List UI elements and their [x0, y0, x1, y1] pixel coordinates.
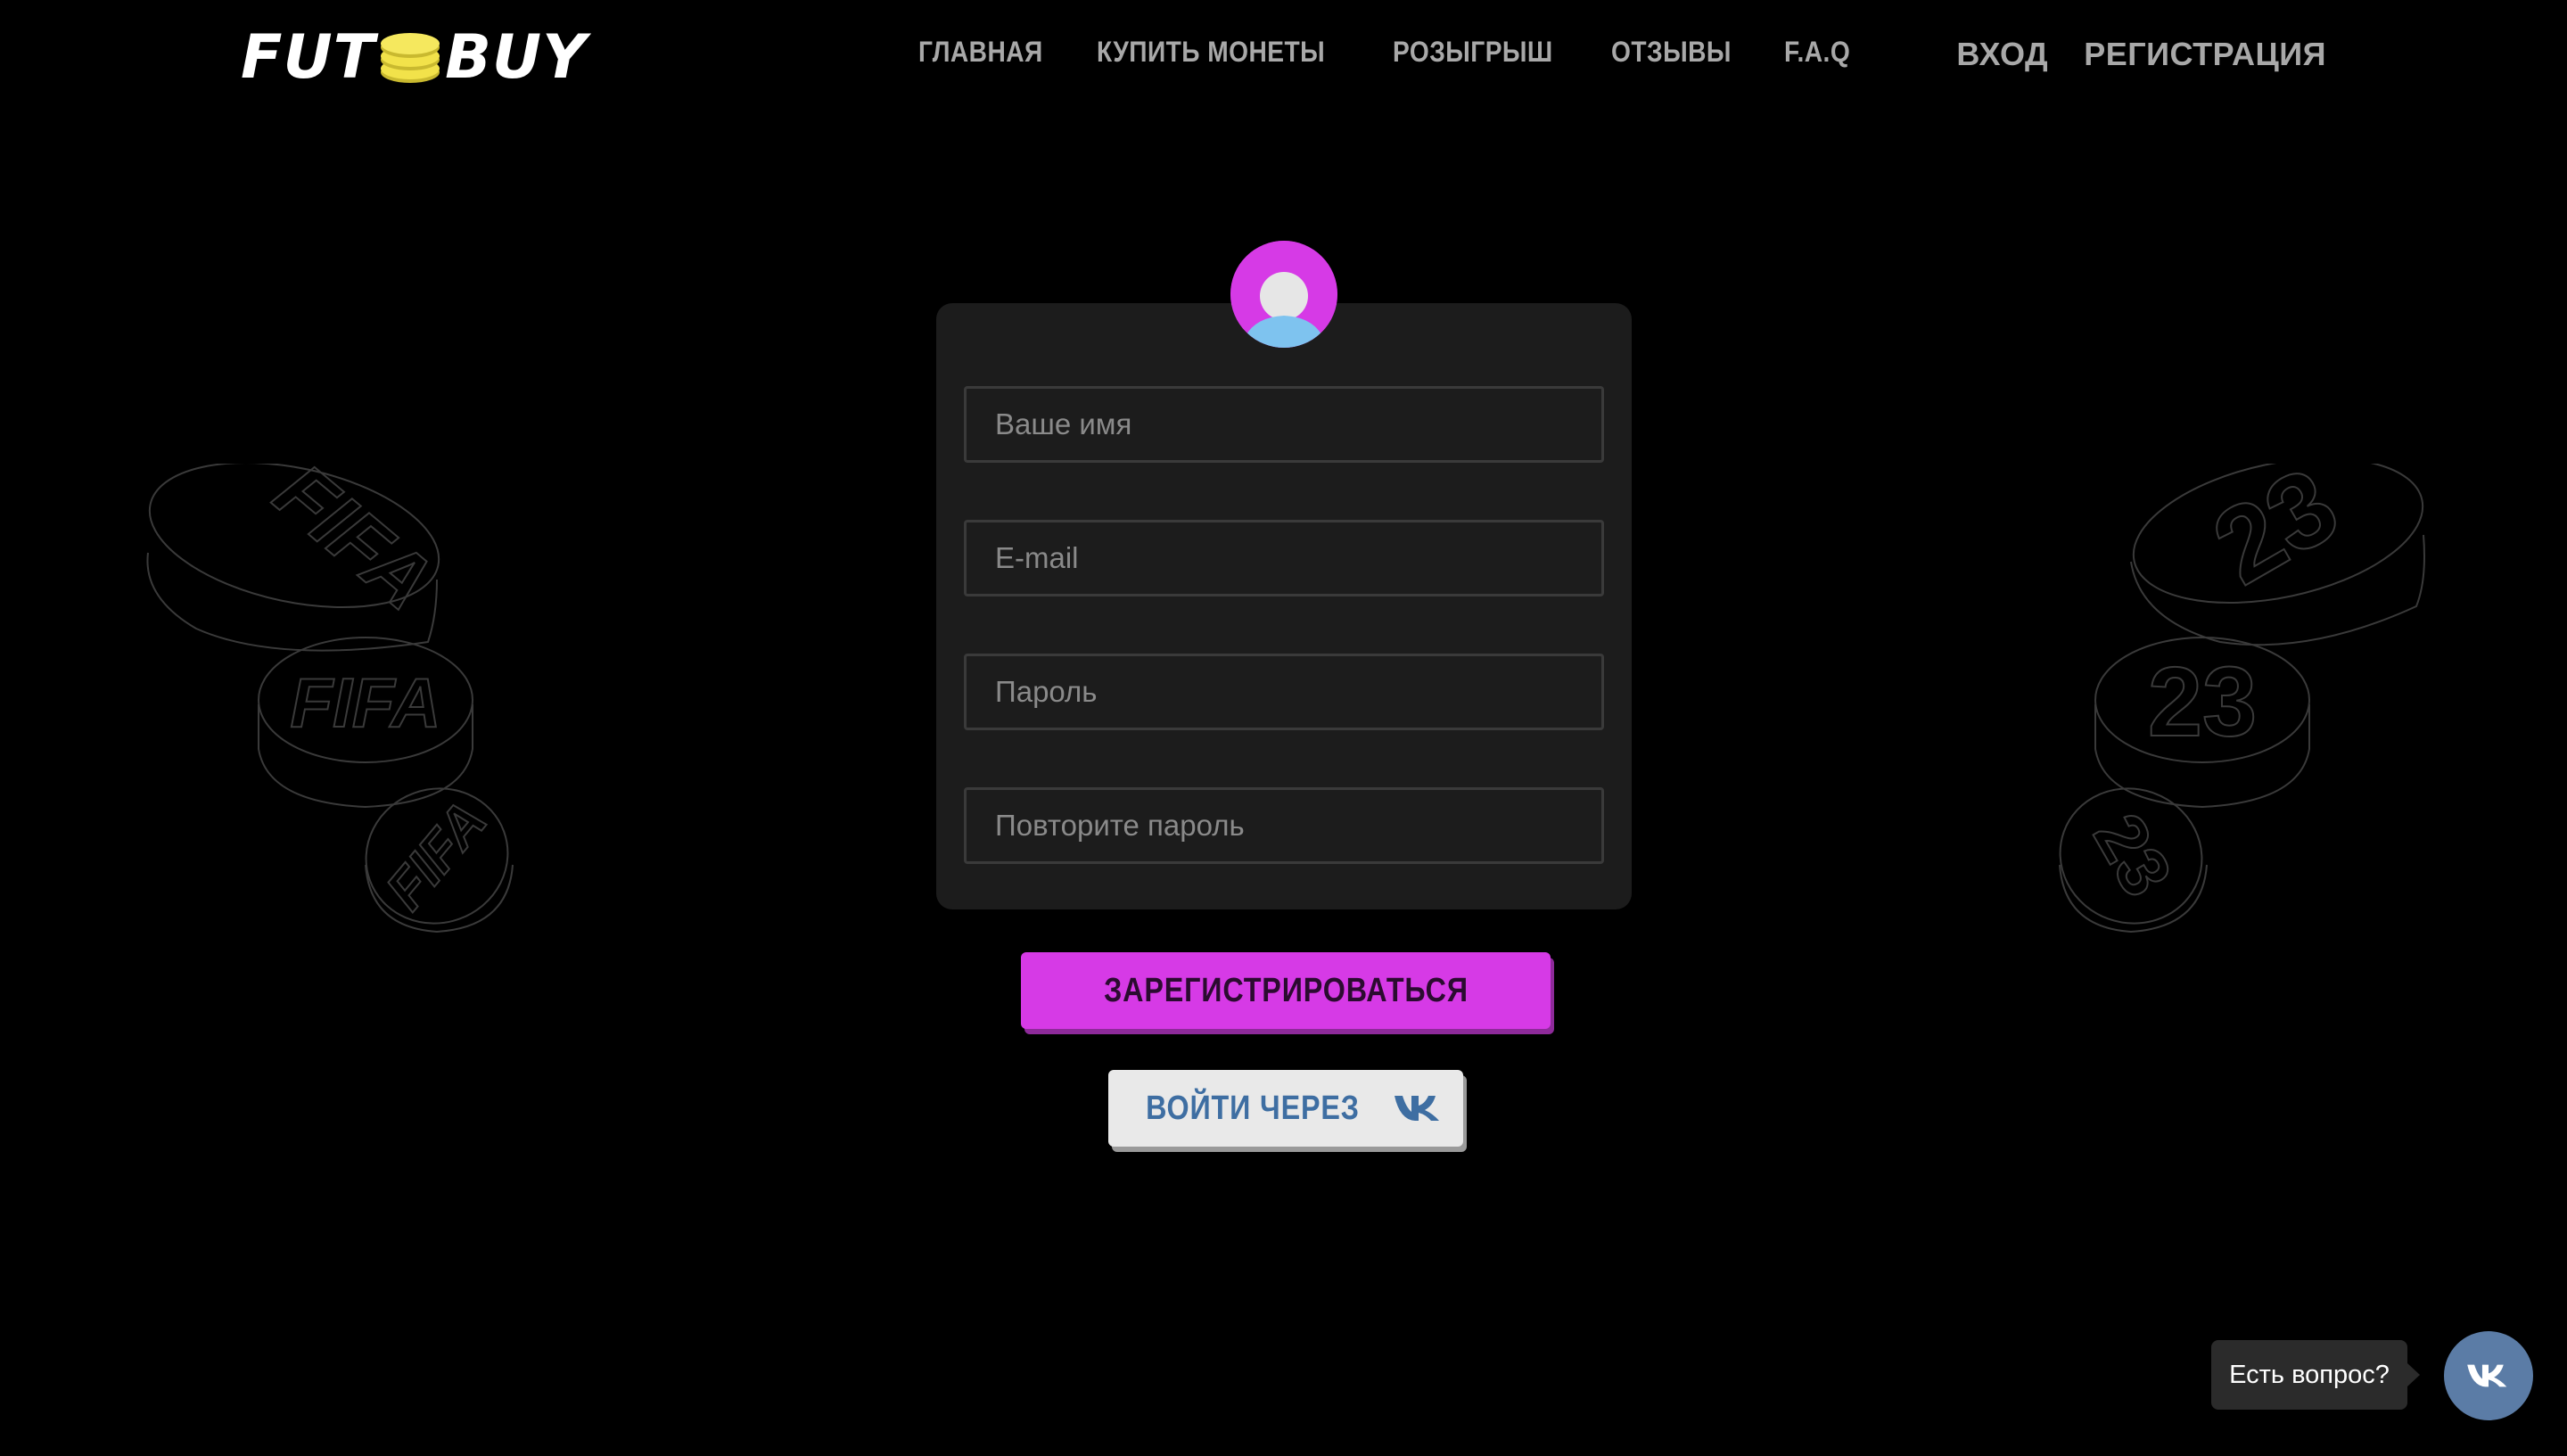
coin-label: FIFA — [374, 790, 498, 921]
23-coins-decoration: 23 23 23 — [2059, 464, 2425, 934]
email-input[interactable] — [964, 520, 1604, 596]
logo-text-right: BUY — [445, 22, 588, 93]
vk-login-label: ВОЙТИ ЧЕРЕЗ — [1146, 1089, 1360, 1127]
nav-item-home[interactable]: ГЛАВНАЯ — [918, 36, 1043, 69]
register-link[interactable]: РЕГИСТРАЦИЯ — [2084, 36, 2326, 73]
user-avatar-icon — [1230, 241, 1337, 348]
coin-label: 23 — [2148, 647, 2257, 757]
coin-label: FIFA — [291, 663, 441, 742]
vk-icon — [2467, 1364, 2507, 1387]
fifa-coins-decoration: FIFA FIFA FIFA — [146, 464, 514, 934]
chat-tooltip: Есть вопрос? — [2211, 1340, 2420, 1410]
logo-text-left: FUT — [241, 22, 376, 93]
coin-stack-icon — [381, 33, 440, 83]
nav-item-buy-coins[interactable]: КУПИТЬ МОНЕТЫ — [1097, 36, 1325, 69]
login-link[interactable]: ВХОД — [1956, 36, 2048, 73]
logo[interactable]: FUT BUY — [241, 25, 587, 91]
nav-item-reviews[interactable]: ОТЗЫВЫ — [1611, 36, 1732, 69]
register-button[interactable]: ЗАРЕГИСТРИРОВАТЬСЯ — [1021, 952, 1551, 1029]
vk-login-button[interactable]: ВОЙТИ ЧЕРЕЗ — [1108, 1070, 1463, 1147]
auth-links: ВХОД РЕГИСТРАЦИЯ — [1921, 36, 2326, 73]
coin-label: 23 — [2078, 801, 2187, 909]
chat-tooltip-label: Есть вопрос? — [2229, 1360, 2390, 1389]
nav-item-faq[interactable]: F.A.Q — [1784, 36, 1850, 69]
vk-chat-button[interactable] — [2444, 1331, 2533, 1420]
coin-label: 23 — [2194, 464, 2357, 607]
main-nav: ГЛАВНАЯ КУПИТЬ МОНЕТЫ РОЗЫГРЫШ ОТЗЫВЫ F.… — [918, 36, 1896, 69]
password-input[interactable] — [964, 654, 1604, 730]
vk-icon — [1395, 1096, 1439, 1121]
name-input[interactable] — [964, 386, 1604, 463]
nav-item-giveaway[interactable]: РОЗЫГРЫШ — [1393, 36, 1553, 69]
repeat-password-input[interactable] — [964, 787, 1604, 864]
register-button-label: ЗАРЕГИСТРИРОВАТЬСЯ — [1103, 971, 1469, 1009]
